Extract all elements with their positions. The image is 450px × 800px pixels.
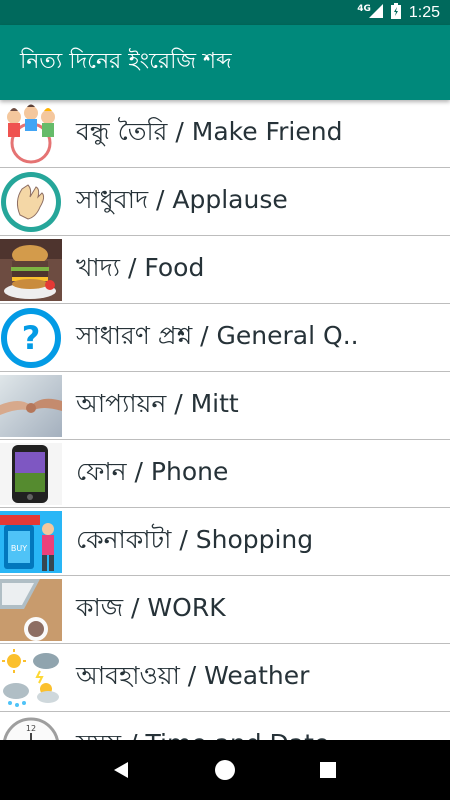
signal-icon — [368, 3, 383, 22]
clock-icon: 12 — [0, 714, 62, 740]
app-bar: নিত্য দিনের ইংরেজি শব্দ — [0, 25, 450, 100]
status-bar: 4G 1:25 — [0, 0, 450, 25]
list-item[interactable]: সাধুবাদ / Applause — [0, 168, 450, 236]
category-list: বন্ধু তৈরি / Make Friend সাধুবাদ / Appla… — [0, 100, 450, 740]
list-item[interactable]: 12 সময় / Time and Date — [0, 712, 450, 740]
laptop-icon — [0, 578, 62, 641]
phone-icon — [0, 442, 62, 505]
list-item[interactable]: ফোন / Phone — [0, 440, 450, 508]
item-label: আবহাওয়া / Weather — [76, 661, 310, 690]
list-item[interactable]: খাদ্য / Food — [0, 236, 450, 304]
holding-hands-icon — [0, 374, 62, 437]
item-label: সাধারণ প্রশ্ন / General Q.. — [76, 321, 359, 350]
clapping-hands-icon — [0, 170, 62, 233]
item-label: কাজ / WORK — [76, 593, 226, 622]
item-label: খাদ্য / Food — [76, 253, 205, 282]
item-label: সময় / Time and Date — [76, 724, 329, 740]
recents-button[interactable] — [308, 750, 348, 790]
question-mark-icon: ? — [0, 306, 62, 369]
item-label: ফোন / Phone — [76, 457, 229, 486]
back-triangle-icon — [113, 762, 128, 778]
item-label: বন্ধু তৈরি / Make Friend — [76, 117, 343, 146]
recents-square-icon — [320, 762, 337, 778]
list-item[interactable]: আবহাওয়া / Weather — [0, 644, 450, 712]
svg-text:BUY: BUY — [11, 544, 27, 553]
item-label: আপ্যায়ন / Mitt — [76, 389, 239, 418]
list-item[interactable]: আপ্যায়ন / Mitt — [0, 372, 450, 440]
svg-text:?: ? — [22, 319, 41, 357]
network-type: 4G — [357, 3, 371, 14]
list-item[interactable]: কাজ / WORK — [0, 576, 450, 644]
page-title: নিত্য দিনের ইংরেজি শব্দ — [20, 49, 232, 74]
weather-icon — [0, 646, 62, 709]
battery-icon — [390, 2, 401, 23]
shopping-icon: BUY — [0, 510, 62, 573]
home-button[interactable] — [205, 750, 245, 790]
item-label: সাধুবাদ / Applause — [76, 185, 288, 214]
svg-text:12: 12 — [26, 724, 36, 733]
back-button[interactable] — [102, 750, 142, 790]
navigation-bar — [0, 740, 450, 800]
home-circle-icon — [214, 760, 235, 780]
list-item[interactable]: বন্ধু তৈরি / Make Friend — [0, 100, 450, 168]
clock-time: 1:25 — [408, 3, 440, 21]
list-item[interactable]: ? সাধারণ প্রশ্ন / General Q.. — [0, 304, 450, 372]
friends-icon — [0, 102, 62, 165]
list-item[interactable]: BUY কেনাকাটা / Shopping — [0, 508, 450, 576]
burger-icon — [0, 238, 62, 301]
item-label: কেনাকাটা / Shopping — [76, 525, 314, 554]
